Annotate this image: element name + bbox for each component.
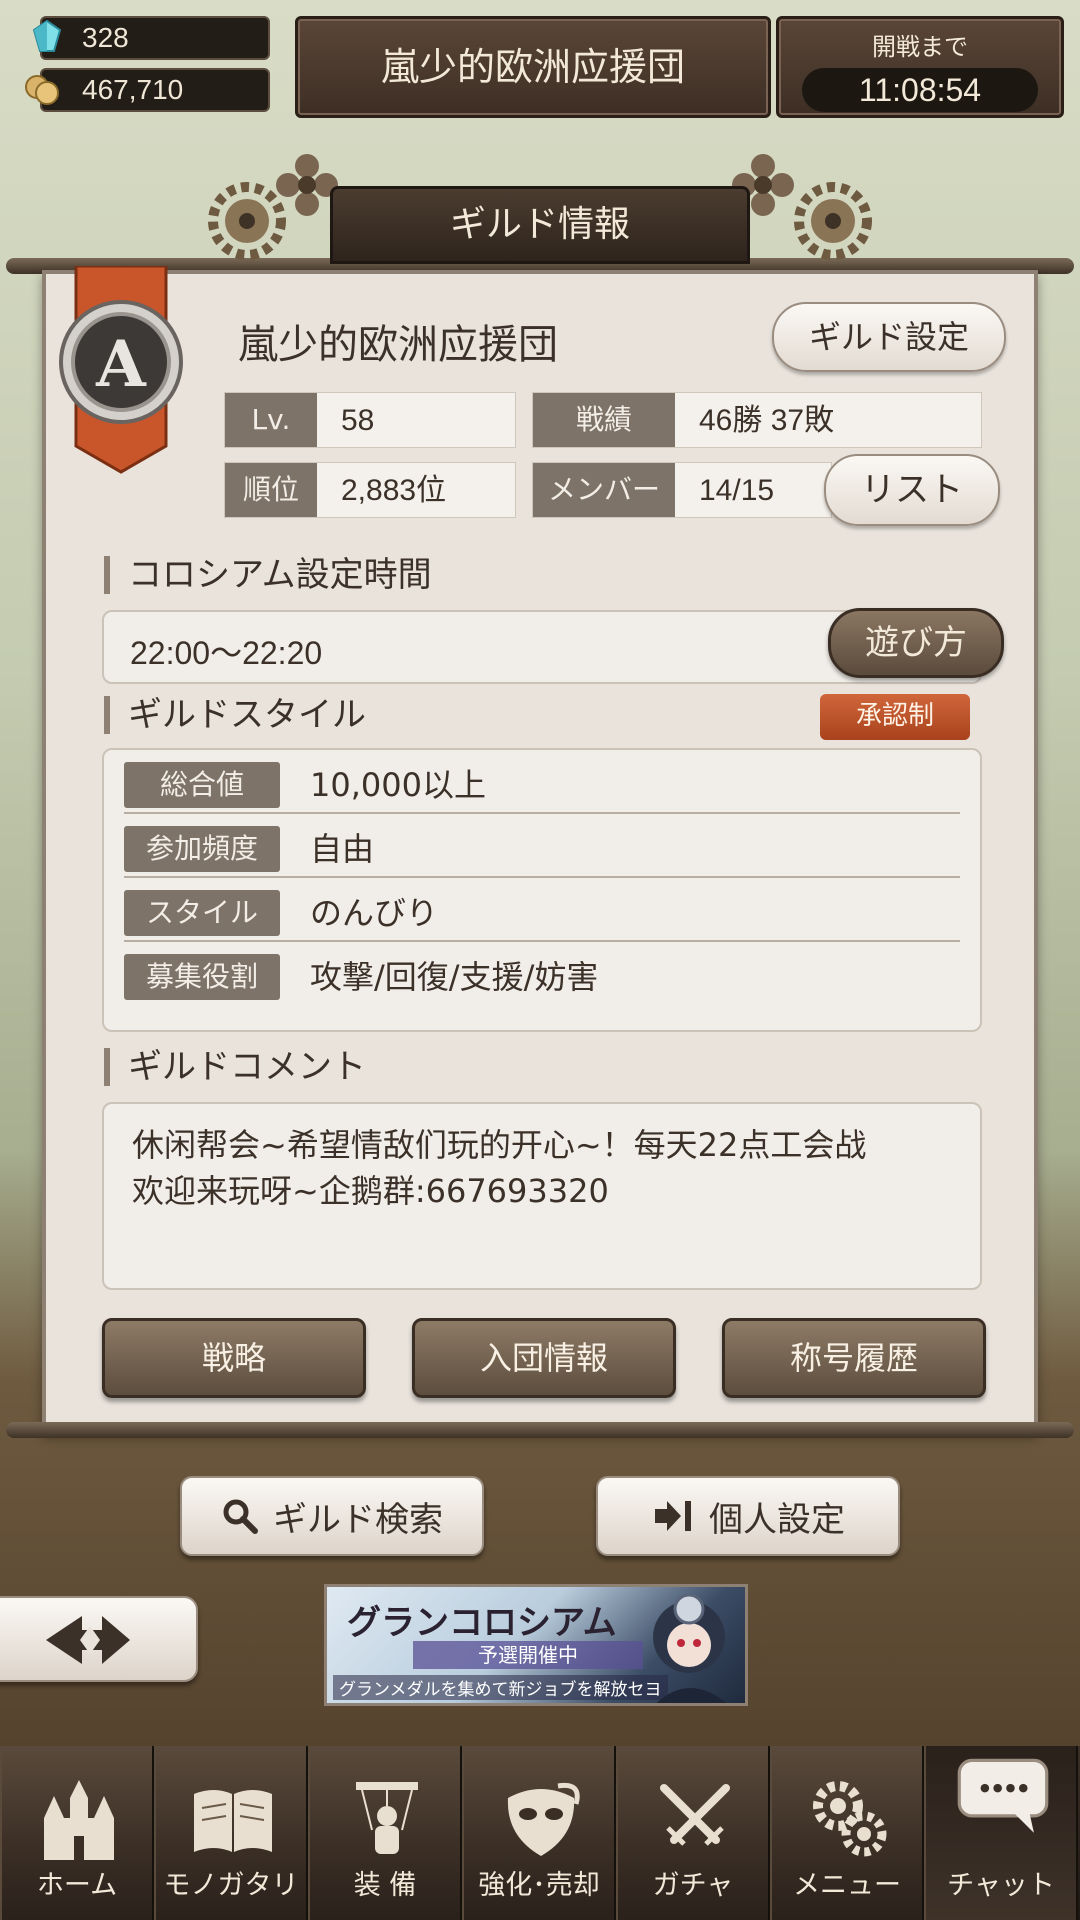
comment-line: 欢迎来玩呀~企鹅群:667693320 xyxy=(132,1172,609,1210)
style-row-value: 攻撃/回復/支援/妨害 xyxy=(310,958,599,996)
guild-name: 嵐少的欧洲应援団 xyxy=(238,322,558,368)
record-value: 46勝 37敗 xyxy=(699,404,835,437)
strategy-button[interactable]: 戦略 xyxy=(102,1318,366,1398)
style-row: 総合値 10,000以上 xyxy=(124,750,960,814)
nav-label: メニュー xyxy=(793,1870,901,1901)
nav-menu[interactable]: メニュー xyxy=(770,1746,924,1920)
howto-button[interactable]: 遊び方 xyxy=(828,608,1004,678)
style-row-label: スタイル xyxy=(124,890,280,936)
enter-arrow-icon xyxy=(655,1501,691,1531)
comment-line: 休闲帮会~希望情敌们玩的开心~！每天22点工会战 xyxy=(132,1126,867,1164)
guild-settings-button[interactable]: ギルド設定 xyxy=(772,302,1006,372)
emblem-letter: A xyxy=(95,327,147,402)
guild-search-label: ギルド検索 xyxy=(273,1499,443,1540)
guild-style-box: 総合値 10,000以上 参加頻度 自由 スタイル のんびり 募集役割 攻撃/回… xyxy=(102,748,982,1032)
rank-label: 順位 xyxy=(225,463,317,517)
guild-comment-text: 休闲帮会~希望情敌们玩的开心~！每天22点工会战 欢迎来玩呀~企鹅群:66769… xyxy=(132,1122,952,1214)
approval-badge: 承認制 xyxy=(820,694,970,740)
mask-icon xyxy=(507,1782,580,1856)
style-row: 参加頻度 自由 xyxy=(124,814,960,878)
bottom-rod xyxy=(6,1422,1074,1438)
style-row-label: 募集役割 xyxy=(124,954,280,1000)
coin-count: 467,710 xyxy=(82,74,184,105)
swords-icon xyxy=(660,1784,730,1846)
character-portrait-icon xyxy=(653,1593,727,1703)
join-info-button[interactable]: 入団情報 xyxy=(412,1318,676,1398)
gear-decoration-icon xyxy=(794,182,872,260)
style-row-value: 自由 xyxy=(310,830,375,868)
guild-comment-title: ギルドコメント xyxy=(104,1048,366,1086)
gem-count: 328 xyxy=(82,22,129,53)
guild-rank-emblem: A xyxy=(59,266,183,474)
level-stat: Lv. 58 xyxy=(224,392,516,448)
personal-settings-button[interactable]: 個人設定 xyxy=(596,1476,900,1556)
style-row-value: のんびり xyxy=(310,894,439,932)
banner-note: グランメダルを集めて新ジョブを解放セヨ xyxy=(333,1675,668,1700)
colosseum-time-title: コロシアム設定時間 xyxy=(104,556,432,594)
record-label: 戦績 xyxy=(533,393,675,447)
puppet-icon xyxy=(356,1782,418,1854)
nav-home[interactable]: ホーム xyxy=(0,1746,154,1920)
coin-counter: 467,710 xyxy=(25,68,270,112)
members-stat: メンバー 14/15 xyxy=(532,462,832,518)
nav-story[interactable]: モノガタリ xyxy=(154,1746,308,1920)
nav-label: ホーム xyxy=(36,1870,118,1901)
nav-equipment[interactable]: 装 備 xyxy=(308,1746,462,1920)
gem-counter: 328 xyxy=(32,16,270,60)
grand-colosseum-banner[interactable]: グランコロシアム 予選開催中 グランメダルを集めて新ジョブを解放セヨ xyxy=(324,1584,748,1706)
members-value: 14/15 xyxy=(699,474,775,507)
style-row: スタイル のんびり xyxy=(124,878,960,942)
rank-stat: 順位 2,883位 xyxy=(224,462,516,518)
guild-style-title: ギルドスタイル xyxy=(104,696,366,734)
banner-title: グランコロシアム xyxy=(347,1603,617,1643)
style-row: 募集役割 攻撃/回復/支援/妨害 xyxy=(124,942,960,1006)
member-list-button[interactable]: リスト xyxy=(824,454,1000,526)
guild-comment-box: 休闲帮会~希望情敌们玩的开心~！每天22点工会战 欢迎来玩呀~企鹅群:66769… xyxy=(102,1102,982,1290)
level-value: 58 xyxy=(341,404,375,437)
guild-info-panel: A 嵐少的欧洲应援団 ギルド設定 Lv. 58 戦績 46勝 37敗 順位 2,… xyxy=(42,266,1038,1432)
nav-gacha[interactable]: ガチャ xyxy=(616,1746,770,1920)
panel-title: ギルド情報 xyxy=(330,186,750,264)
timer-label: 開戦まで xyxy=(872,33,968,61)
nav-label: ガチャ xyxy=(652,1870,734,1901)
style-row-label: 参加頻度 xyxy=(124,826,280,872)
castle-icon xyxy=(44,1780,114,1860)
gem-icon xyxy=(32,20,62,52)
nav-chat[interactable]: チャット xyxy=(924,1746,1078,1920)
nav-label: 強化･売却 xyxy=(478,1870,600,1901)
gear-icon xyxy=(813,1781,887,1857)
rank-value: 2,883位 xyxy=(341,474,447,507)
back-arrow-icon xyxy=(46,1616,130,1664)
style-row-value: 10,000以上 xyxy=(310,766,486,804)
nav-label: チャット xyxy=(947,1870,1055,1901)
search-icon xyxy=(223,1499,258,1534)
nav-enhance-sell[interactable]: 強化･売却 xyxy=(462,1746,616,1920)
members-label: メンバー xyxy=(533,463,675,517)
level-label: Lv. xyxy=(225,393,317,447)
back-button[interactable] xyxy=(0,1596,198,1682)
top-guild-name[interactable]: 嵐少的欧洲应援団 xyxy=(295,16,771,118)
coin-icon xyxy=(25,75,59,105)
title-history-button[interactable]: 称号履歴 xyxy=(722,1318,986,1398)
record-stat: 戦績 46勝 37敗 xyxy=(532,392,982,448)
style-row-label: 総合値 xyxy=(124,762,280,808)
book-icon xyxy=(194,1790,272,1852)
chat-bubble-icon xyxy=(957,1758,1049,1833)
nav-label: 装 備 xyxy=(353,1870,417,1901)
nav-label: モノガタリ xyxy=(163,1870,299,1901)
timer-value: 11:08:54 xyxy=(802,68,1038,112)
colosseum-time-value: 22:00〜22:20 xyxy=(130,635,323,671)
battle-timer: 開戦まで 11:08:54 xyxy=(776,16,1064,118)
guild-search-button[interactable]: ギルド検索 xyxy=(180,1476,484,1556)
bottom-navigation: ホーム モノガタリ 装 備 強化･売却 ガチャ メニュー チャット xyxy=(0,1746,1080,1920)
personal-settings-label: 個人設定 xyxy=(709,1499,845,1540)
banner-subtitle: 予選開催中 xyxy=(413,1641,643,1669)
